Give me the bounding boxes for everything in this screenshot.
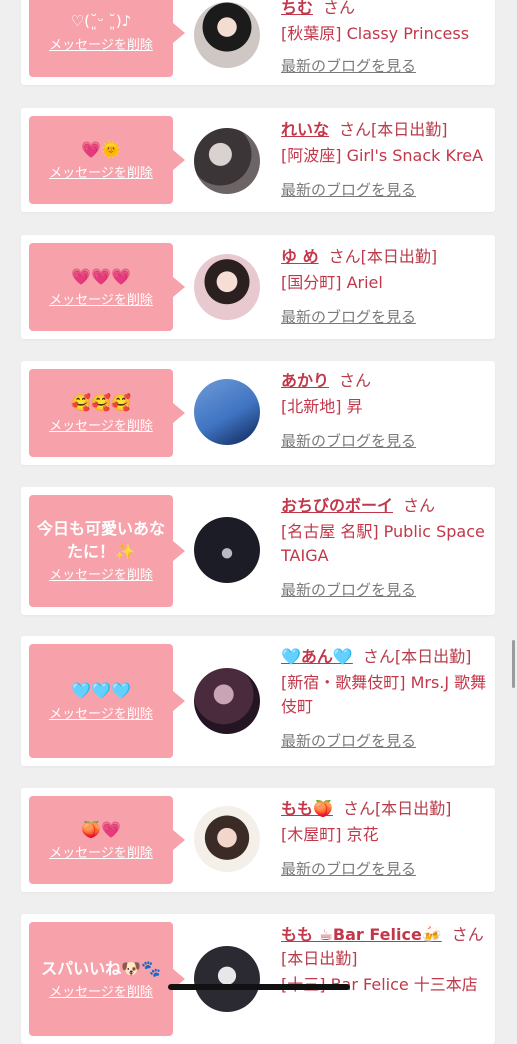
message-text: 今日も可愛いあなたに！✨ [36,519,165,561]
message-card: スパいいね🐶🐾 メッセージを削除 もも ☕Bar Felice🍻 さん[本日出勤]… [21,914,495,1044]
message-bubble: 🥰🥰🥰 メッセージを削除 [29,369,185,457]
latest-blog-link[interactable]: 最新のブログを見る [281,859,416,879]
name-suffix: さん [403,496,436,515]
cast-name-link[interactable]: ゆ め [281,247,319,266]
name-line: もも ☕Bar Felice🍻 さん[本日出勤] [281,923,487,971]
message-bubble: スパいいね🐶🐾 メッセージを削除 [29,922,185,1036]
shop-name: [新宿・歌舞伎町] Mrs.J 歌舞伎町 [281,673,487,716]
message-text: 🩵🩵🩵 [71,680,131,700]
name-suffix: さん [339,371,372,390]
shop-name: [名古屋 名駅] Public Space TAIGA [281,522,485,565]
delete-message-link[interactable]: メッセージを削除 [49,567,153,585]
cast-name-link[interactable]: あかり [281,371,329,390]
message-card: 💗🌞 メッセージを削除 れいな さん[本日出勤] [阿波座] Girl's Sna… [21,108,495,212]
delete-message-link[interactable]: メッセージを削除 [49,37,153,55]
cast-name-link[interactable]: おちびのボーイ [281,496,393,515]
home-indicator[interactable] [168,984,350,990]
shop-name: [北新地] 昇 [281,397,363,416]
name-line: おちびのボーイ さん [281,494,487,518]
latest-blog-link[interactable]: 最新のブログを見る [281,580,416,600]
scrollbar[interactable] [512,640,515,688]
message-bubble: ♡(˘͈ᵕ ˘͈)♪ メッセージを削除 [29,0,185,77]
avatar[interactable] [194,2,260,68]
shop-name: [阿波座] Girl's Snack KreA [281,146,484,165]
message-text: 💗🌞 [81,139,121,159]
message-text: 🍑💗 [81,819,121,839]
delete-message-link[interactable]: メッセージを削除 [49,984,153,1002]
avatar[interactable] [194,128,260,194]
entry-info: ゆ めさん[本日出勤] [国分町] Ariel 最新のブログを見る [281,245,487,327]
message-card: 🍑💗 メッセージを削除 もも🍑 さん[本日出勤] [木屋町] 京花 最新のブログを… [21,788,495,892]
message-card: 🥰🥰🥰 メッセージを削除 あかり さん [北新地] 昇 最新のブログを見る [21,361,495,465]
entry-info: もも🍑 さん[本日出勤] [木屋町] 京花 最新のブログを見る [281,797,487,879]
entry-info: れいな さん[本日出勤] [阿波座] Girl's Snack KreA 最新のブ… [281,118,487,200]
message-bubble: 💗💗💗 メッセージを削除 [29,243,185,331]
message-text: 🥰🥰🥰 [71,392,131,412]
delete-message-link[interactable]: メッセージを削除 [49,165,153,183]
name-suffix: さん[本日出勤] [342,799,452,818]
latest-blog-link[interactable]: 最新のブログを見る [281,731,416,751]
name-suffix: さん[本日出勤] [362,647,472,666]
message-text: スパいいね🐶🐾 [41,958,161,978]
avatar[interactable] [194,806,260,872]
name-line: ちむ さん [281,0,487,20]
name-suffix: さん [323,0,356,17]
message-card: 💗💗💗 メッセージを削除 ゆ めさん[本日出勤] [国分町] Ariel 最新の… [21,235,495,339]
entry-info: 🩵あん🩵 さん[本日出勤] [新宿・歌舞伎町] Mrs.J 歌舞伎町 最新のブログ… [281,645,487,751]
shop-name: [国分町] Ariel [281,273,383,292]
delete-message-link[interactable]: メッセージを削除 [49,706,153,724]
name-line: 🩵あん🩵 さん[本日出勤] [281,645,487,669]
avatar[interactable] [194,517,260,583]
message-text: 💗💗💗 [71,266,131,286]
cast-name-link[interactable]: もも🍑 [281,799,333,818]
latest-blog-link[interactable]: 最新のブログを見る [281,56,416,76]
shop-name: [木屋町] 京花 [281,825,379,844]
message-bubble: 今日も可愛いあなたに！✨ メッセージを削除 [29,495,185,607]
message-bubble: 💗🌞 メッセージを削除 [29,116,185,204]
avatar[interactable] [194,668,260,734]
entry-info: おちびのボーイ さん [名古屋 名駅] Public Space TAIGA 最新… [281,494,487,600]
name-line: れいな さん[本日出勤] [281,118,487,142]
message-text: ♡(˘͈ᵕ ˘͈)♪ [70,12,132,30]
cast-name-link[interactable]: 🩵あん🩵 [281,647,353,666]
message-card: ♡(˘͈ᵕ ˘͈)♪ メッセージを削除 ちむ さん [秋葉原] Classy Pr… [21,0,495,85]
message-card: 🩵🩵🩵 メッセージを削除 🩵あん🩵 さん[本日出勤] [新宿・歌舞伎町] Mrs.… [21,636,495,766]
avatar[interactable] [194,946,260,1012]
latest-blog-link[interactable]: 最新のブログを見る [281,307,416,327]
cast-name-link[interactable]: もも ☕Bar Felice🍻 [281,925,442,944]
entry-info: ちむ さん [秋葉原] Classy Princess 最新のブログを見る [281,0,487,76]
message-bubble: 🍑💗 メッセージを削除 [29,796,185,884]
name-line: もも🍑 さん[本日出勤] [281,797,487,821]
avatar[interactable] [194,379,260,445]
name-suffix: さん[本日出勤] [328,247,438,266]
entry-info: あかり さん [北新地] 昇 最新のブログを見る [281,369,487,451]
name-line: ゆ めさん[本日出勤] [281,245,487,269]
delete-message-link[interactable]: メッセージを削除 [49,418,153,436]
cast-name-link[interactable]: ちむ [281,0,313,17]
name-line: あかり さん [281,369,487,393]
shop-name: [秋葉原] Classy Princess [281,24,470,43]
message-bubble: 🩵🩵🩵 メッセージを削除 [29,644,185,758]
latest-blog-link[interactable]: 最新のブログを見る [281,431,416,451]
avatar[interactable] [194,254,260,320]
message-card: 今日も可愛いあなたに！✨ メッセージを削除 おちびのボーイ さん [名古屋 名駅]… [21,487,495,615]
name-suffix: さん[本日出勤] [339,120,448,139]
delete-message-link[interactable]: メッセージを削除 [49,292,153,310]
delete-message-link[interactable]: メッセージを削除 [49,845,153,863]
latest-blog-link[interactable]: 最新のブログを見る [281,180,416,200]
cast-name-link[interactable]: れいな [281,120,329,139]
